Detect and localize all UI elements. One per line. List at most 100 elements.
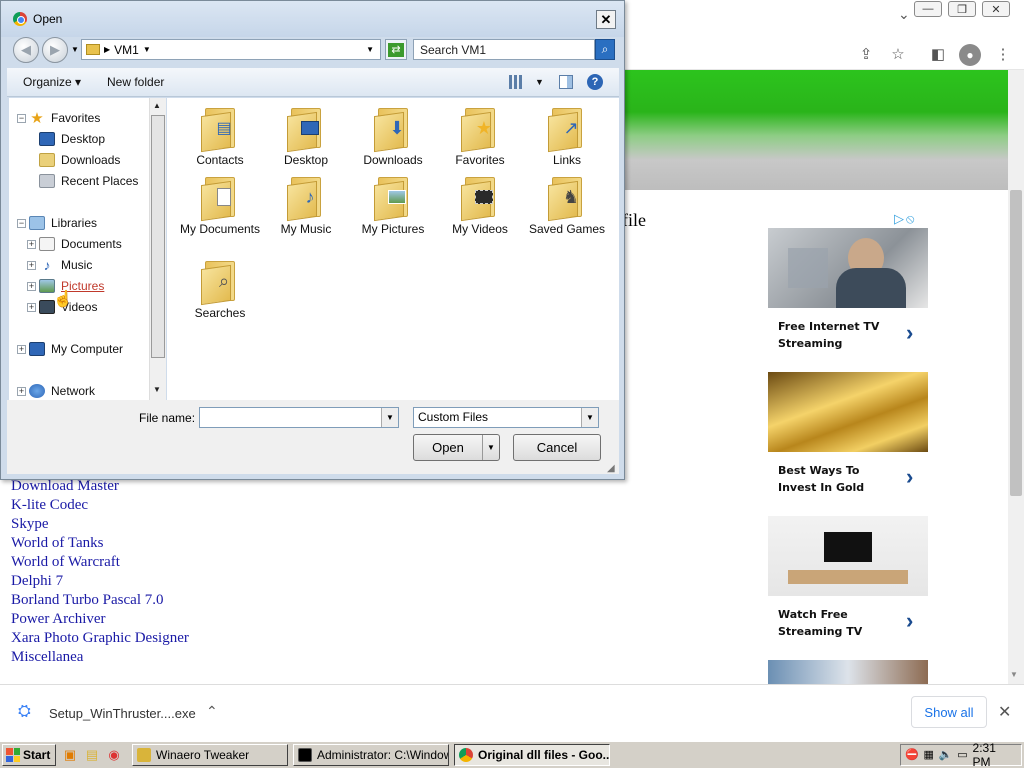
link-item[interactable]: World of Warcraft [11, 553, 189, 572]
folder-item-my-music[interactable]: ♪ My Music [265, 175, 347, 237]
ad-card[interactable]: Best Ways To Invest In Gold › [768, 372, 928, 494]
taskbar-item-chrome[interactable]: Original dll files - Goo... [454, 744, 610, 766]
nav-pane-scrollbar[interactable]: ▲ ▼ [149, 98, 166, 400]
volume-icon[interactable]: 🔈 [939, 748, 953, 762]
download-filename[interactable]: Setup_WinThruster....exe [49, 706, 196, 721]
ad-card[interactable] [768, 660, 928, 684]
show-all-button[interactable]: Show all [911, 696, 987, 728]
network-icon[interactable]: ▦ [923, 748, 935, 762]
chevron-right-icon[interactable]: › [906, 320, 913, 346]
search-input[interactable]: Search VM1 [413, 39, 595, 60]
folder-item-saved-games[interactable]: ♞ Saved Games [526, 175, 608, 237]
scroll-down-arrow-icon[interactable]: ▼ [153, 385, 161, 394]
tree-item-libraries[interactable]: Libraries [29, 214, 97, 232]
open-button[interactable]: Open ▼ [413, 434, 500, 461]
link-item[interactable]: Miscellanea [11, 648, 189, 667]
help-icon[interactable]: ? [587, 74, 603, 90]
folder-item-my-videos[interactable]: My Videos [439, 175, 521, 237]
profile-icon[interactable]: ● [959, 44, 981, 66]
folder-item-downloads[interactable]: ⬇ Downloads [352, 106, 434, 168]
breadcrumb-arrow-icon[interactable]: ▼ [143, 45, 151, 54]
tree-item-recent[interactable]: Recent Places [39, 172, 138, 190]
expand-icon[interactable]: + [27, 303, 36, 312]
file-type-select[interactable]: Custom Files [413, 407, 599, 428]
refresh-button[interactable]: ⇄ [385, 39, 407, 60]
chevron-right-icon[interactable]: › [906, 464, 913, 490]
ad-card[interactable]: Free Internet TV Streaming › [768, 228, 928, 350]
cancel-button[interactable]: Cancel [513, 434, 601, 461]
search-icon[interactable]: ⌕ [595, 39, 615, 60]
path-breadcrumb[interactable]: ▶ VM1 ▼ ▼ [81, 39, 381, 60]
close-shelf-icon[interactable]: ✕ [998, 702, 1011, 722]
bookmark-star-icon[interactable]: ☆ [888, 44, 908, 64]
ad-image-partial[interactable] [768, 660, 928, 684]
tree-item-desktop[interactable]: Desktop [39, 130, 105, 148]
link-item[interactable]: Skype [11, 515, 189, 534]
scrollbar-thumb[interactable] [151, 115, 165, 358]
page-scrollbar-thumb[interactable] [1010, 190, 1022, 496]
taskbar-item-cmd[interactable]: Administrator: C:\Window... [293, 744, 449, 766]
explorer-icon[interactable]: ▤ [84, 747, 100, 763]
tree-item-network[interactable]: Network [29, 382, 95, 400]
dialog-titlebar[interactable]: Open ✕ [1, 1, 624, 37]
history-dropdown-icon[interactable]: ▼ [71, 45, 79, 54]
open-split-dropdown-icon[interactable]: ▼ [482, 435, 499, 460]
scroll-down-arrow-icon[interactable]: ▼ [1010, 670, 1018, 679]
file-name-dropdown-icon[interactable]: ▼ [381, 408, 398, 427]
collapse-icon[interactable]: − [17, 219, 26, 228]
adchoices-icon[interactable]: ▷⦸ [894, 211, 916, 227]
close-icon[interactable]: ✕ [596, 10, 616, 29]
folder-item-favorites[interactable]: ★ Favorites [439, 106, 521, 168]
file-name-input[interactable] [199, 407, 399, 428]
tree-item-favorites[interactable]: ★ Favorites [29, 109, 100, 127]
new-folder-button[interactable]: New folder [107, 75, 164, 89]
tree-item-computer[interactable]: My Computer [29, 340, 123, 358]
folder-item-desktop[interactable]: Desktop [265, 106, 347, 168]
link-item[interactable]: K-lite Codec [11, 496, 189, 515]
taskbar-item-winaero[interactable]: Winaero Tweaker [132, 744, 288, 766]
link-item[interactable]: Power Archiver [11, 610, 189, 629]
change-view-icon[interactable] [509, 75, 523, 89]
resize-grip-icon[interactable]: ◢ [607, 463, 615, 474]
menu-dots-icon[interactable]: ⋮ [993, 44, 1013, 64]
folder-item-contacts[interactable]: ▤ Contacts [179, 106, 261, 168]
ad-title[interactable]: Free Internet TV Streaming [778, 318, 898, 352]
breadcrumb-item[interactable]: VM1 [114, 43, 139, 57]
forward-arrow-icon[interactable]: ▶ [42, 37, 68, 63]
expand-icon[interactable]: + [27, 240, 36, 249]
link-item[interactable]: Borland Turbo Pascal 7.0 [11, 591, 189, 610]
view-dropdown-icon[interactable]: ▼ [535, 77, 544, 87]
security-alert-icon[interactable]: ⛔ [905, 748, 919, 762]
preview-pane-icon[interactable] [559, 75, 573, 89]
folder-item-links[interactable]: ↗ Links [526, 106, 608, 168]
ad-card[interactable]: Watch Free Streaming TV › [768, 516, 928, 638]
ad-image-tv-stand[interactable] [768, 516, 928, 596]
device-icon[interactable]: ▭ [956, 748, 968, 762]
expand-icon[interactable]: + [17, 345, 26, 354]
tree-item-downloads[interactable]: Downloads [39, 151, 120, 169]
folder-item-my-documents[interactable]: My Documents [179, 175, 261, 237]
ad-title[interactable]: Best Ways To Invest In Gold [778, 462, 898, 496]
ad-image-gold-bars[interactable] [768, 372, 928, 452]
tab-search-chevron-icon[interactable]: ⌄ [898, 6, 910, 23]
media-player-icon[interactable]: ▣ [62, 747, 78, 763]
tree-item-music[interactable]: ♪ Music [39, 256, 93, 274]
back-arrow-icon[interactable]: ◀ [13, 37, 39, 63]
ad-title[interactable]: Watch Free Streaming TV [778, 606, 898, 640]
path-dropdown-icon[interactable]: ▼ [366, 45, 374, 54]
tree-item-documents[interactable]: Documents [39, 235, 122, 253]
link-item[interactable]: Delphi 7 [11, 572, 189, 591]
link-item[interactable]: Xara Photo Graphic Designer [11, 629, 189, 648]
minimize-icon[interactable]: — [914, 1, 942, 17]
link-item[interactable]: World of Tanks [11, 534, 189, 553]
side-panel-icon[interactable]: ◧ [928, 44, 948, 64]
expand-icon[interactable]: + [27, 261, 36, 270]
expand-icon[interactable]: + [27, 282, 36, 291]
chevron-right-icon[interactable]: › [906, 608, 913, 634]
organize-button[interactable]: Organize ▾ [23, 75, 81, 89]
folder-item-my-pictures[interactable]: My Pictures [352, 175, 434, 237]
start-button[interactable]: Start [2, 744, 56, 766]
breadcrumb-arrow-icon[interactable]: ▶ [104, 45, 110, 54]
close-window-icon[interactable]: ✕ [982, 1, 1010, 17]
ad-image-boy-headphones[interactable] [768, 228, 928, 308]
